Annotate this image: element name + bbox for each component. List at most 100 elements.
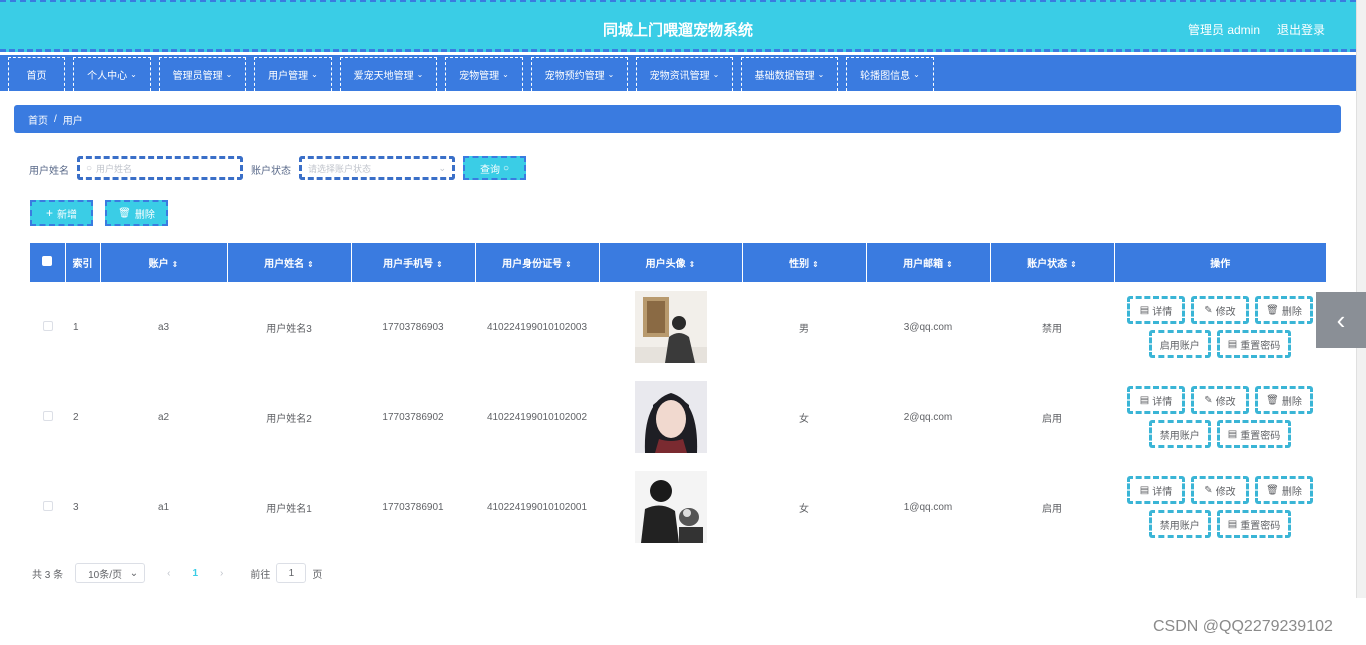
nav-item-home[interactable]: 首页 [8, 57, 65, 91]
document-icon: ▤ [1227, 428, 1238, 440]
edit-button[interactable]: ✎ 修改 [1191, 296, 1249, 324]
document-icon: ▤ [1139, 394, 1150, 406]
chevron-down-icon: ⌄ [311, 70, 318, 79]
column-header[interactable]: 用户身份证号 ⇕ [475, 243, 600, 282]
row-checkbox[interactable] [42, 410, 53, 421]
nav-item-pet-world[interactable]: 爱宠天地管理 ⌄ [340, 57, 437, 91]
row-index: 2 [73, 411, 79, 423]
table-row: 2 a2 用户姓名2 17703786902 41022419901010200… [30, 372, 1326, 462]
page-size-select[interactable]: 10条/页 ⌄ [75, 563, 146, 583]
search-icon: ○ [502, 162, 510, 174]
column-header[interactable]: 性别 ⇕ [742, 243, 867, 282]
row-index: 3 [73, 501, 79, 513]
cell-avatar [599, 462, 742, 552]
nav-item-profile[interactable]: 个人中心 ⌄ [73, 57, 151, 91]
chevron-down-icon: ⌄ [712, 70, 720, 79]
user-avatar-image[interactable] [634, 291, 707, 363]
column-header[interactable]: 用户姓名 ⇕ [227, 243, 352, 282]
edit-button[interactable]: ✎ 修改 [1191, 476, 1249, 504]
nav-item-pets[interactable]: 宠物管理 ⌄ [445, 57, 523, 91]
main-nav: 首页 个人中心 ⌄ 管理员管理 ⌄ 用户管理 ⌄ 爱宠天地管理 ⌄ 宠物管理 ⌄ 宠物预约… [0, 55, 1356, 91]
cell-avatar [599, 282, 742, 372]
nav-item-users[interactable]: 用户管理 ⌄ [254, 57, 332, 91]
column-header[interactable]: 账户状态 ⇕ [990, 243, 1115, 282]
column-header[interactable]: 用户邮箱 ⇕ [866, 243, 991, 282]
user-avatar-image[interactable] [634, 381, 707, 453]
chevron-left-icon[interactable]: ‹ [1316, 292, 1366, 348]
detail-button[interactable]: ▤ 详情 [1127, 476, 1185, 504]
prev-page-icon[interactable]: ‹ [167, 568, 170, 579]
delete-button[interactable]: 🗑 删除 [1255, 386, 1313, 414]
name-search-label: 用户姓名 [29, 166, 69, 177]
sort-icon[interactable]: ⇕ [1070, 260, 1077, 269]
user-avatar-image[interactable] [634, 471, 707, 543]
trash-icon: 🗑 [1266, 484, 1279, 496]
toggle-account-button[interactable]: 禁用账户 [1148, 420, 1211, 448]
column-header[interactable]: 用户头像 ⇕ [599, 243, 743, 282]
reset-password-button[interactable]: ▤ 重置密码 [1216, 420, 1292, 448]
cell-operations: ▤ 详情 ✎ 修改 🗑 删除 禁用账户 ▤ 重置密码 [1114, 462, 1326, 552]
cell-name: 用户姓名1 [266, 503, 312, 515]
breadcrumb-home[interactable]: 首页 [28, 112, 48, 127]
cell-email: 3@qq.com [903, 321, 953, 333]
add-button[interactable]: + 新增 [30, 200, 93, 226]
status-select[interactable]: 请选择账户状态 ⌄ [299, 156, 455, 180]
toggle-account-button[interactable]: 禁用账户 [1148, 510, 1211, 538]
trash-icon: 🗑 [118, 207, 131, 219]
name-search-input[interactable]: ○ 用户姓名 [77, 156, 243, 180]
edit-button[interactable]: ✎ 修改 [1191, 386, 1249, 414]
chevron-down-icon: ⌄ [129, 567, 139, 579]
row-select-cell [30, 282, 65, 372]
delete-button[interactable]: 🗑 删除 [1255, 476, 1313, 504]
detail-button[interactable]: ▤ 详情 [1127, 386, 1185, 414]
pager-current-page[interactable]: 1 [192, 568, 198, 579]
table-header-row: 索引 账户 ⇕ 用户姓名 ⇕ 用户手机号 ⇕ 用户身份证号 ⇕ 用户头像 ⇕ 性别 ⇕ 用户… [30, 243, 1326, 282]
row-checkbox[interactable] [42, 320, 53, 331]
column-header[interactable]: 账户 ⇕ [100, 243, 228, 282]
detail-button[interactable]: ▤ 详情 [1127, 296, 1185, 324]
pager-total: 共 3 条 [32, 569, 64, 581]
cell-status: 禁用 [1042, 323, 1062, 335]
row-select-cell [30, 462, 65, 552]
sort-icon[interactable]: ⇕ [812, 260, 819, 269]
reset-password-button[interactable]: ▤ 重置密码 [1216, 510, 1292, 538]
nav-item-carousel[interactable]: 轮播图信息 ⌄ [846, 57, 934, 91]
logout-link[interactable]: 退出登录 [1277, 21, 1325, 38]
cell-email: 2@qq.com [903, 411, 953, 423]
nav-item-base-data[interactable]: 基础数据管理 ⌄ [741, 57, 838, 91]
cell-gender: 女 [799, 413, 809, 425]
row-checkbox[interactable] [42, 500, 53, 511]
user-table: 索引 账户 ⇕ 用户姓名 ⇕ 用户手机号 ⇕ 用户身份证号 ⇕ 用户头像 ⇕ 性别 ⇕ 用户… [30, 243, 1326, 552]
chevron-down-icon: ⌄ [416, 70, 424, 79]
delete-button[interactable]: 🗑 删除 [1255, 296, 1313, 324]
cell-status: 启用 [1042, 413, 1062, 425]
row-index: 1 [73, 321, 79, 333]
table-row: 1 a3 用户姓名3 17703786903 41022419901010200… [30, 282, 1326, 372]
chevron-down-icon: ⌄ [438, 162, 446, 173]
query-button[interactable]: 查询 ○ [463, 156, 526, 180]
toggle-account-button[interactable]: 启用账户 [1148, 330, 1211, 358]
sort-icon[interactable]: ⇕ [307, 260, 314, 269]
pager-goto-input[interactable]: 1 [276, 563, 307, 583]
cell-avatar [599, 372, 742, 462]
chevron-down-icon: ⌄ [225, 70, 233, 79]
sort-icon[interactable]: ⇕ [172, 260, 179, 269]
select-all-checkbox[interactable] [42, 256, 53, 266]
chevron-down-icon: ⌄ [502, 70, 509, 79]
batch-delete-button[interactable]: 🗑 删除 [105, 200, 168, 226]
sort-icon[interactable]: ⇕ [436, 260, 443, 269]
cell-operations: ▤ 详情 ✎ 修改 🗑 删除 启用账户 ▤ 重置密码 [1114, 282, 1326, 372]
nav-item-appointments[interactable]: 宠物预约管理 ⌄ [531, 57, 628, 91]
current-user: 管理员 admin [1188, 23, 1261, 37]
next-page-icon[interactable]: › [220, 568, 223, 579]
sort-icon[interactable]: ⇕ [946, 260, 953, 269]
column-header[interactable]: 用户手机号 ⇕ [351, 243, 476, 282]
reset-password-button[interactable]: ▤ 重置密码 [1216, 330, 1292, 358]
cell-account: a2 [157, 411, 170, 423]
top-header: 同城上门喂遛宠物系统 管理员 admin 退出登录 [0, 0, 1356, 52]
sort-icon[interactable]: ⇕ [565, 260, 572, 269]
nav-item-news[interactable]: 宠物资讯管理 ⌄ [636, 57, 733, 91]
sort-icon[interactable]: ⇕ [689, 260, 696, 269]
nav-item-admin[interactable]: 管理员管理 ⌄ [159, 57, 246, 91]
cell-account: a1 [157, 501, 170, 513]
